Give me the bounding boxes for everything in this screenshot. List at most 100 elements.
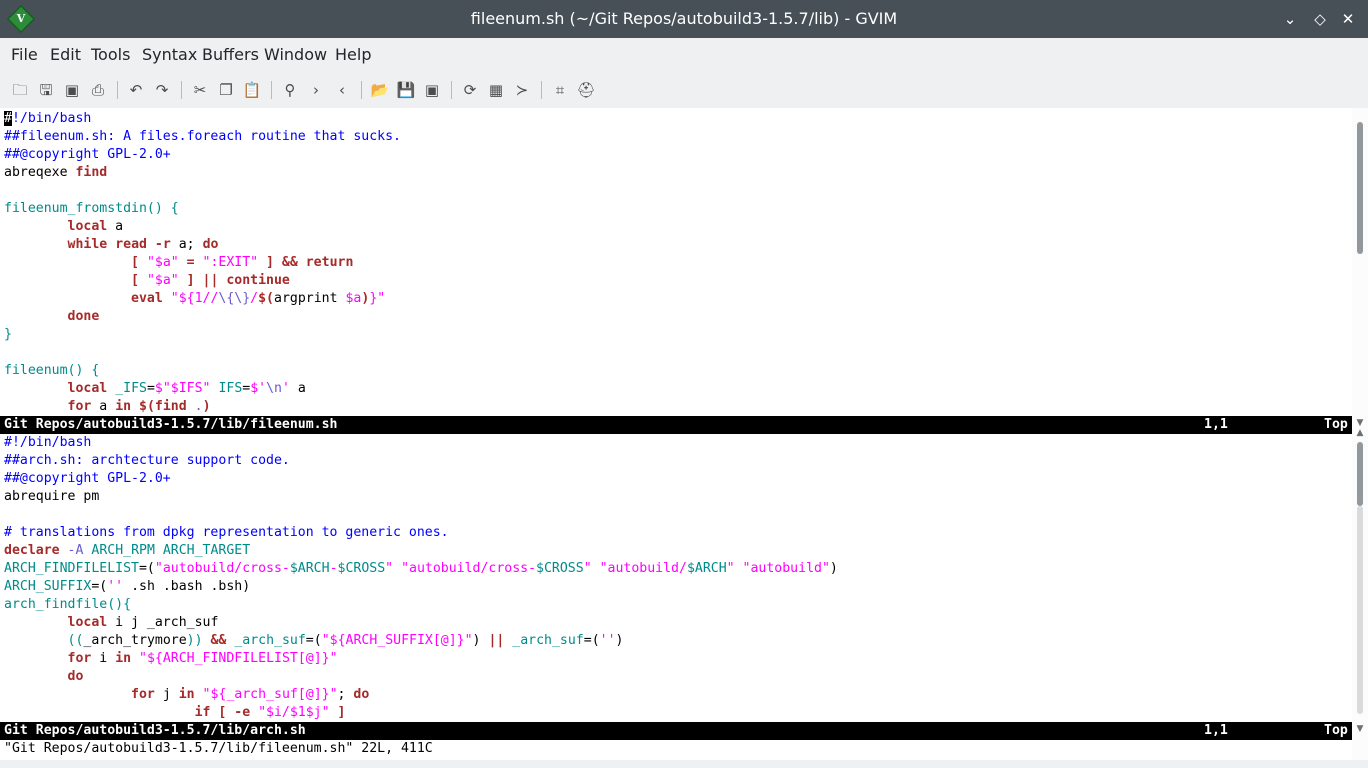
maximize-icon[interactable]: ◇ — [1310, 9, 1330, 29]
code-line[interactable]: for j in "${_arch_suf[@]}"; do — [4, 686, 369, 704]
code-line[interactable]: ##@copyright GPL-2.0+ — [4, 146, 171, 164]
code-token: $( — [258, 291, 274, 306]
save-all-icon[interactable]: ▣ — [62, 80, 82, 100]
code-line[interactable]: ((_arch_trymore)) && _arch_suf=("${ARCH_… — [4, 632, 624, 650]
code-line[interactable]: while read -r a; do — [4, 236, 219, 254]
toolbar-separator — [181, 81, 182, 99]
code-token: / — [250, 291, 259, 306]
scrollbar-thumb-top[interactable] — [1357, 122, 1363, 254]
copy-icon[interactable]: ❐ — [216, 80, 236, 100]
code-line[interactable]: ARCH_FINDFILELIST=("autobuild/cross-$ARC… — [4, 560, 838, 578]
find-icon[interactable]: ⚲ — [280, 80, 300, 100]
status-line-arch[interactable]: Git Repos/autobuild3-1.5.7/lib/arch.sh 1… — [0, 722, 1352, 740]
menu-file[interactable]: File — [11, 38, 38, 72]
code-line[interactable]: abreqexe find — [4, 164, 107, 182]
code-token: _IFS — [115, 381, 147, 396]
code-line[interactable]: ##arch.sh: archtecture support code. — [4, 452, 290, 470]
code-token: "$i/$1$j" — [258, 705, 330, 720]
code-line[interactable]: for a in $(find .) — [4, 398, 211, 416]
help-icon[interactable]: ⛑ — [576, 80, 596, 100]
save-session-icon[interactable]: 💾 — [396, 80, 416, 100]
scrollbar-track[interactable] — [1357, 506, 1363, 714]
code-line[interactable]: [ "$a" = ":EXIT" ] && return — [4, 254, 353, 272]
menu-syntax[interactable]: Syntax — [142, 38, 197, 72]
code-line[interactable]: abrequire pm — [4, 488, 99, 506]
code-line[interactable]: } — [4, 326, 12, 344]
code-token: for — [67, 399, 92, 414]
save-icon[interactable]: 🖫 — [36, 80, 56, 100]
vertical-scrollbar[interactable]: ▼ ▲ ▼ — [1352, 108, 1368, 760]
command-line[interactable]: "Git Repos/autobuild3-1.5.7/lib/fileenum… — [4, 740, 433, 758]
code-token: ##fileenum.sh: A files.foreach routine t… — [4, 129, 401, 144]
shell-icon[interactable]: ▦ — [486, 80, 506, 100]
menu-window[interactable]: Window — [264, 38, 327, 72]
print-icon[interactable]: ⎙ — [88, 80, 108, 100]
code-token: } — [4, 327, 12, 342]
code-token: do — [353, 687, 370, 702]
code-token: "autobuild" — [742, 561, 830, 576]
code-line[interactable]: local i j _arch_suf — [4, 614, 219, 632]
code-line[interactable]: ARCH_SUFFIX=('' .sh .bash .bsh) — [4, 578, 250, 596]
code-token: || — [488, 633, 505, 648]
make-icon[interactable]: ⟳ — [460, 80, 480, 100]
scroll-up-arrow-icon[interactable]: ▲ — [1352, 426, 1368, 440]
minimize-icon[interactable]: ⌄ — [1280, 9, 1300, 29]
ctags-icon[interactable]: ≻ — [512, 80, 532, 100]
code-line[interactable]: if [ -e "$i/$1$j" ] — [4, 704, 346, 722]
code-line[interactable]: #!/bin/bash — [4, 110, 91, 128]
code-line[interactable]: ##fileenum.sh: A files.foreach routine t… — [4, 128, 401, 146]
code-token: ) — [829, 561, 838, 576]
paste-icon[interactable]: 📋 — [242, 80, 262, 100]
code-line[interactable]: eval "${1//\{\}/$(argprint $a)}" — [4, 290, 385, 308]
code-token: #!/bin/bash — [4, 435, 92, 450]
find-prev-icon[interactable]: ‹ — [332, 80, 352, 100]
code-token: $CROSS — [536, 561, 584, 576]
tag-jump-icon[interactable]: ⌗ — [550, 80, 570, 100]
code-line[interactable]: #!/bin/bash — [4, 434, 91, 452]
code-token: in — [115, 651, 132, 666]
editor-area[interactable]: #!/bin/bash ##fileenum.sh: A files.foreac… — [0, 108, 1352, 760]
code-line[interactable]: [ "$a" ] || continue — [4, 272, 290, 290]
code-token: =( — [138, 561, 155, 576]
cut-icon[interactable]: ✂ — [190, 80, 210, 100]
code-line[interactable]: done — [4, 308, 100, 326]
code-token: [ — [131, 255, 147, 270]
undo-icon[interactable]: ↶ — [126, 80, 146, 100]
scroll-down-arrow-icon[interactable]: ▼ — [1352, 722, 1368, 736]
menu-edit[interactable]: Edit — [50, 38, 81, 72]
menu-buffers[interactable]: Buffers — [202, 38, 259, 72]
code-line[interactable]: ##@copyright GPL-2.0+ — [4, 470, 171, 488]
find-next-icon[interactable]: › — [306, 80, 326, 100]
close-icon[interactable]: ✕ — [1338, 9, 1358, 29]
code-line[interactable]: do — [4, 668, 84, 686]
menu-tools[interactable]: Tools — [91, 38, 130, 72]
code-line[interactable]: fileenum_fromstdin() { — [4, 200, 179, 218]
code-token: do — [67, 669, 84, 684]
status-line-fileenum[interactable]: Git Repos/autobuild3-1.5.7/lib/fileenum.… — [0, 416, 1352, 434]
code-token: a — [289, 381, 306, 396]
code-line[interactable]: declare -A ARCH_RPM ARCH_TARGET — [4, 542, 250, 560]
open-icon[interactable]: 🗀 — [10, 80, 30, 100]
code-line[interactable]: local a — [4, 218, 124, 236]
code-line[interactable]: fileenum() { — [4, 362, 99, 380]
menu-help[interactable]: Help — [335, 38, 371, 72]
code-token: ":EXIT" — [202, 255, 259, 270]
code-token: "autobuild/ — [599, 561, 687, 576]
code-token: \{\} — [218, 291, 251, 306]
redo-icon[interactable]: ↷ — [152, 80, 172, 100]
scrollbar-thumb-bottom[interactable] — [1357, 442, 1363, 506]
code-line[interactable]: arch_findfile(){ — [4, 596, 131, 614]
load-session-icon[interactable]: 📂 — [370, 80, 390, 100]
code-token: _arch_trymore — [83, 633, 187, 648]
run-script-icon[interactable]: ▣ — [422, 80, 442, 100]
code-line[interactable]: for i in "${ARCH_FINDFILELIST[@]}" — [4, 650, 338, 668]
title-bar: V fileenum.sh (~/Git Repos/autobuild3-1.… — [0, 0, 1368, 38]
code-token: argprint — [274, 291, 346, 306]
code-token: $a — [345, 291, 362, 306]
code-line[interactable]: local _IFS=$"$IFS" IFS=$'\n' a — [4, 380, 306, 398]
code-line[interactable]: # translations from dpkg representation … — [4, 524, 449, 542]
horizontal-scrollbar[interactable] — [0, 760, 1368, 768]
